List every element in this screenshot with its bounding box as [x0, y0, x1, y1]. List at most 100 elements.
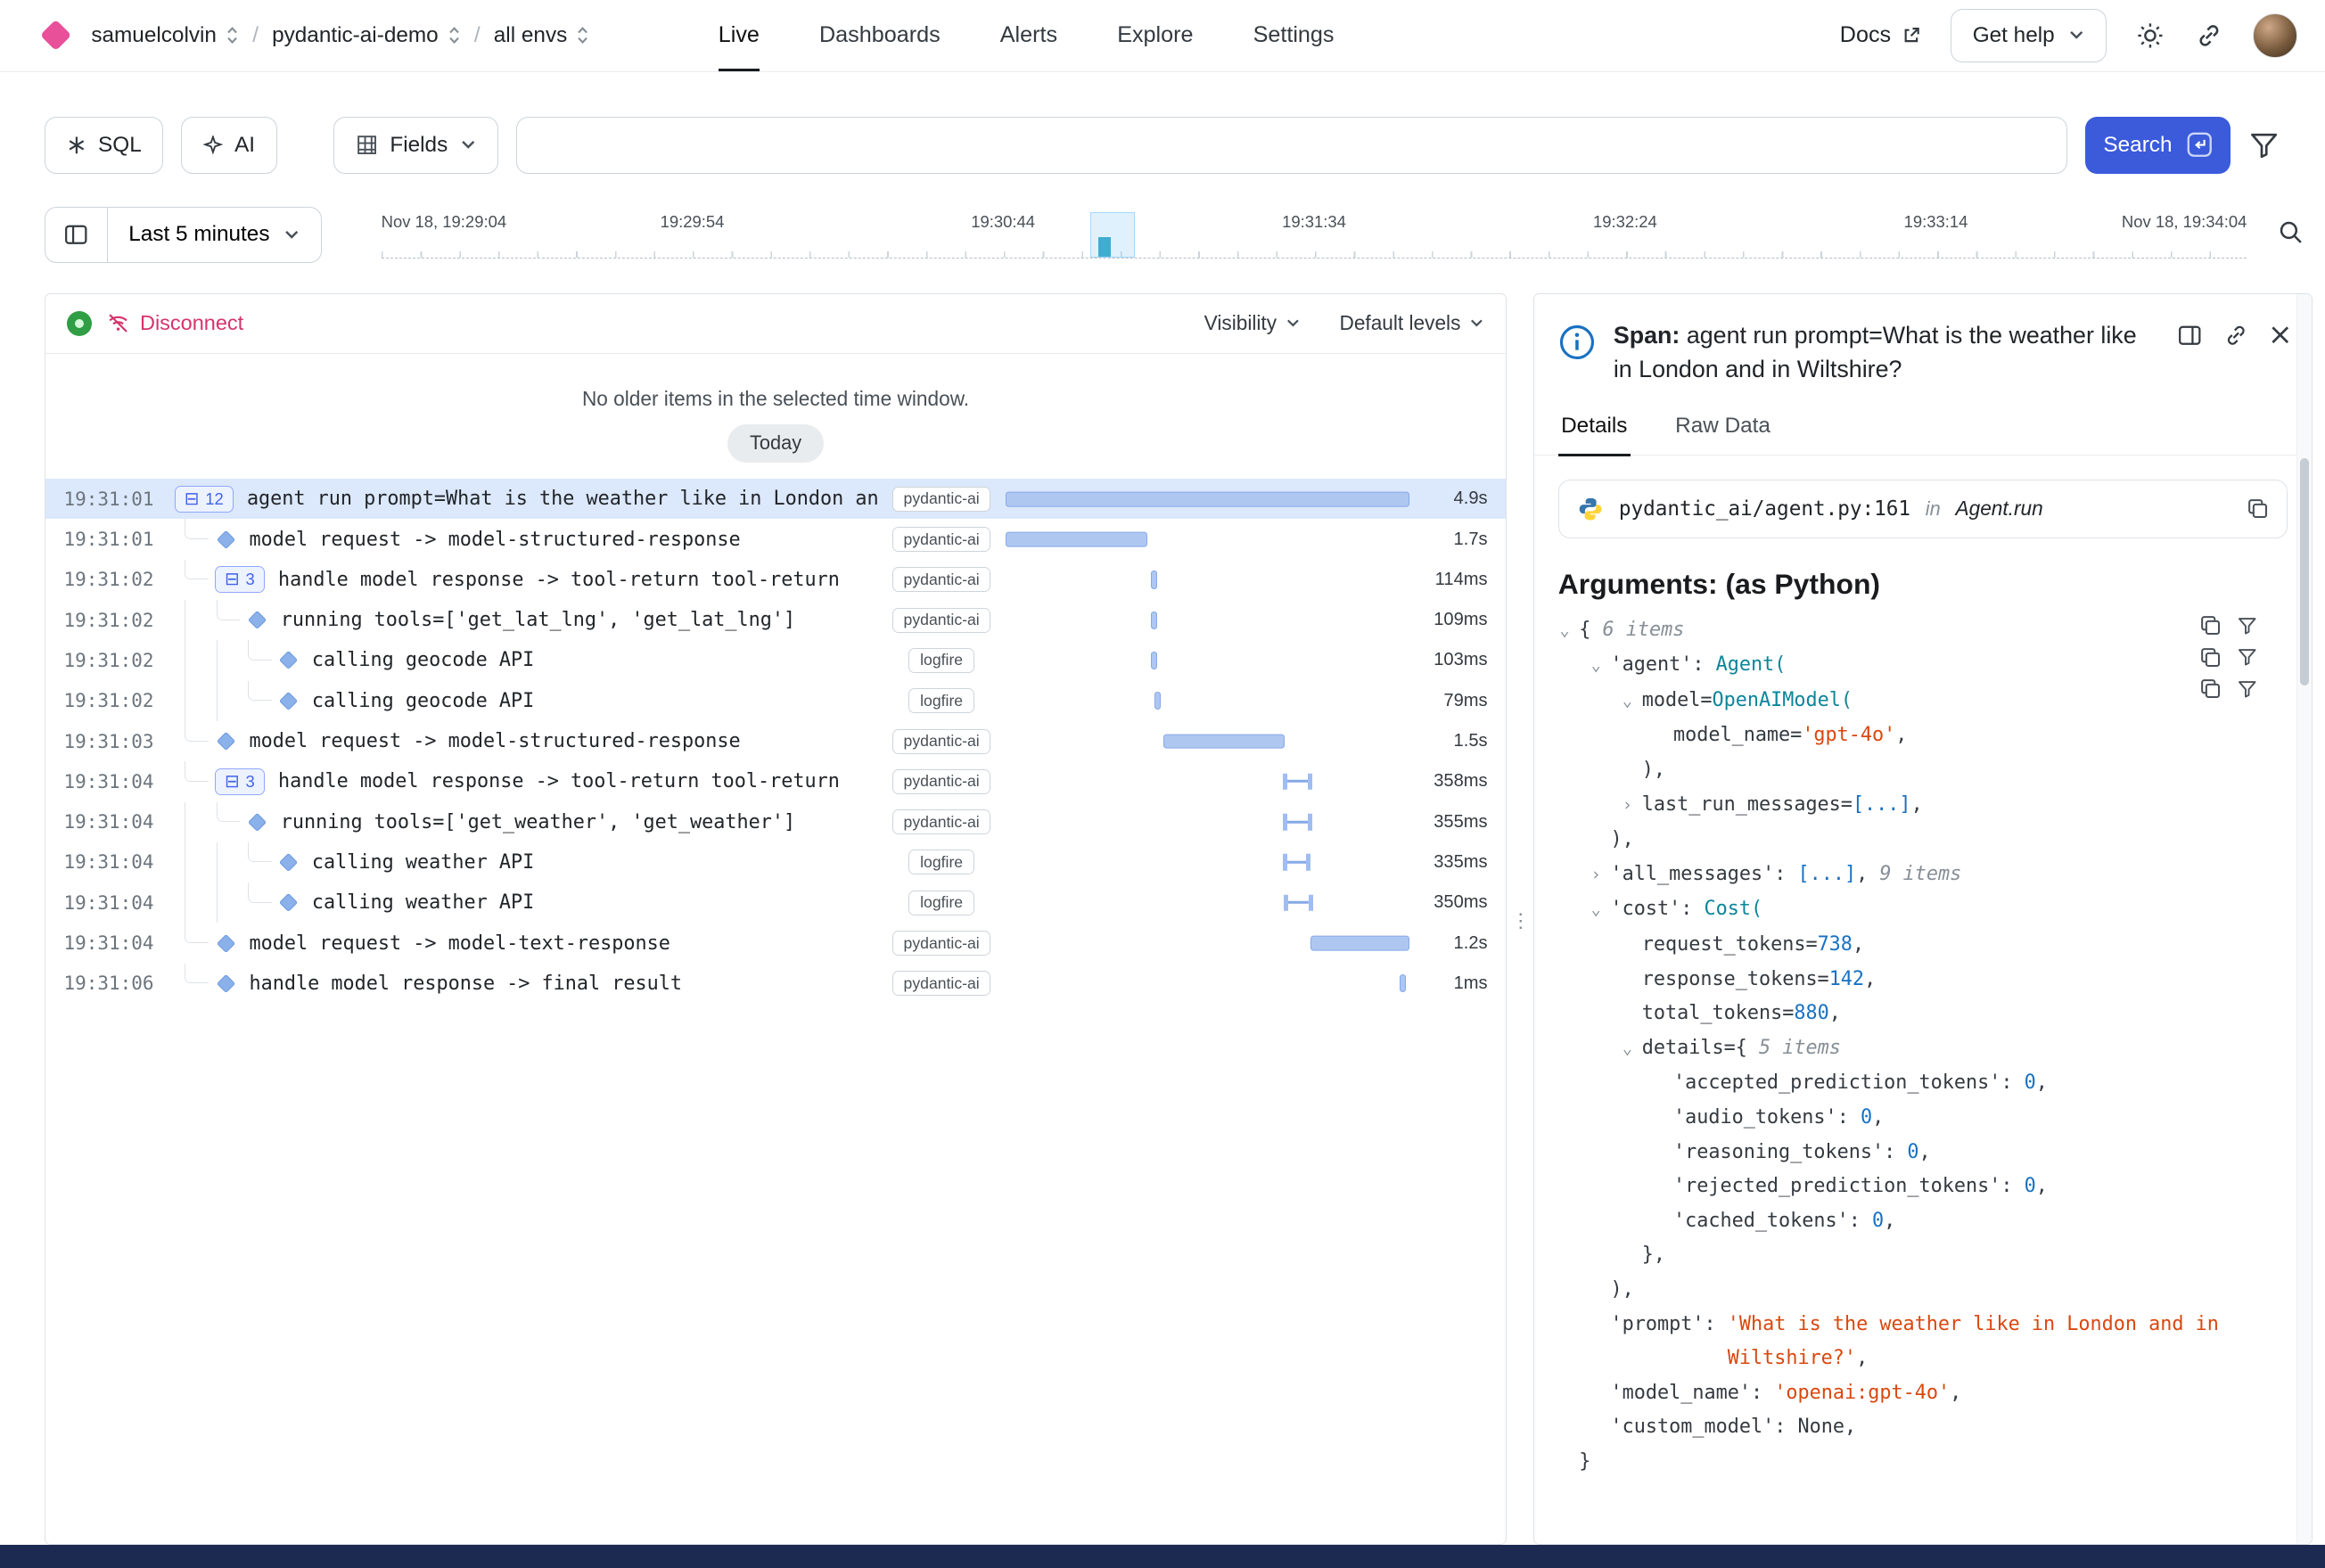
trace-row[interactable]: 19:31:04calling weather APIlogfire335ms [45, 842, 1505, 883]
collapse-arrow-icon[interactable]: ⌄ [1591, 893, 1611, 928]
tag-pill: logfire [908, 850, 974, 874]
span-timestamp: 19:31:03 [45, 731, 174, 752]
ai-label: AI [234, 133, 255, 158]
scrollbar-thumb[interactable] [2300, 458, 2309, 685]
search-input[interactable] [516, 117, 2067, 174]
default-levels-dropdown[interactable]: Default levels [1339, 311, 1484, 335]
code-token: : [1751, 1382, 1774, 1404]
span-diamond-icon [217, 933, 235, 952]
code-token: [...] [1853, 793, 1911, 816]
code-token: , [1864, 968, 1876, 990]
tree-elbow-line [185, 519, 209, 539]
logfire-logo-icon[interactable] [40, 20, 72, 52]
duration-bar-track [1006, 761, 1409, 801]
expand-arrow-icon[interactable]: › [1623, 789, 1642, 824]
span-timestamp: 19:31:04 [45, 932, 174, 954]
timeline-zoom-button[interactable] [2277, 218, 2304, 250]
breadcrumb: samuelcolvin / pydantic-ai-demo / all en… [91, 23, 589, 48]
detail-scrollbar[interactable] [2296, 294, 2312, 1544]
span-duration: 358ms [1409, 771, 1505, 792]
code-token: : [1774, 863, 1797, 885]
code-token: request_tokens= [1642, 933, 1818, 956]
ai-mode-button[interactable]: AI [181, 117, 276, 174]
dock-panel-button[interactable] [2177, 323, 2203, 349]
time-range-dropdown[interactable]: Last 5 minutes [108, 207, 322, 264]
sun-icon [2136, 21, 2165, 50]
tab-live[interactable]: Live [719, 0, 760, 71]
today-button[interactable]: Today [727, 424, 824, 463]
span-tree: ⊟3handle model response -> tool-return t… [175, 560, 877, 600]
copy-value-button[interactable] [2199, 646, 2222, 669]
tree-elbow-line [185, 560, 209, 580]
collapse-arrow-icon[interactable]: ⌄ [1559, 614, 1579, 649]
close-panel-button[interactable] [2270, 323, 2290, 349]
theme-toggle-button[interactable] [2136, 21, 2165, 50]
timeline-ruler[interactable]: Nov 18, 19:29:04 19:29:54 19:30:44 19:31… [382, 197, 2247, 272]
sidebar-toggle-button[interactable] [45, 207, 107, 264]
tag-pill: pydantic-ai [892, 608, 991, 633]
org-selector[interactable]: samuelcolvin [91, 23, 239, 48]
filter-value-button[interactable] [2237, 614, 2257, 636]
filter-value-button[interactable] [2237, 677, 2257, 700]
code-line: ), [1579, 1273, 2296, 1308]
copy-link-button[interactable] [2223, 323, 2249, 349]
copy-value-button[interactable] [2199, 614, 2222, 636]
copy-source-button[interactable] [2247, 497, 2269, 520]
tag-pill: pydantic-ai [892, 809, 991, 834]
code-token: : [1704, 1313, 1727, 1335]
docs-label: Docs [1840, 22, 1891, 48]
tab-explore[interactable]: Explore [1117, 0, 1193, 71]
grid-icon [356, 134, 378, 156]
main-tabs: Live Dashboards Alerts Explore Settings [719, 0, 1335, 71]
disconnect-button[interactable]: Disconnect [107, 311, 243, 335]
visibility-dropdown[interactable]: Visibility [1204, 311, 1301, 335]
collapse-badge[interactable]: ⊟12 [175, 486, 234, 513]
trace-row[interactable]: 19:31:02⊟3handle model response -> tool-… [45, 560, 1505, 600]
tab-settings[interactable]: Settings [1253, 0, 1335, 71]
share-link-button[interactable] [2195, 21, 2223, 50]
timeline-selection[interactable] [1090, 212, 1135, 257]
trace-row[interactable]: 19:31:06handle model response -> final r… [45, 964, 1505, 1004]
trace-row[interactable]: 19:31:01model request -> model-structure… [45, 519, 1505, 559]
trace-row[interactable]: 19:31:04⊟3handle model response -> tool-… [45, 761, 1505, 801]
get-help-button[interactable]: Get help [1951, 9, 2106, 62]
span-tree: handle model response -> final result [175, 964, 877, 1004]
code-token: 'openai:gpt-4o' [1774, 1382, 1950, 1404]
tree-elbow-line [185, 761, 209, 782]
span-tag-column: pydantic-ai [877, 567, 1006, 592]
filter-value-button[interactable] [2237, 646, 2257, 669]
tab-alerts[interactable]: Alerts [1000, 0, 1057, 71]
code-line: ⌄'cost': Cost( [1579, 892, 2296, 928]
trace-row[interactable]: 19:31:01⊟12agent run prompt=What is the … [45, 479, 1505, 519]
source-location[interactable]: pydantic_ai/agent.py:161 in Agent.run [1558, 480, 2288, 538]
collapse-badge[interactable]: ⊟3 [215, 768, 265, 795]
collapse-badge[interactable]: ⊟3 [215, 566, 265, 593]
tab-raw-data[interactable]: Raw Data [1672, 402, 1774, 456]
copy-value-button[interactable] [2199, 677, 2222, 700]
filter-button[interactable] [2248, 129, 2280, 160]
time-bar: Last 5 minutes Nov 18, 19:29:04 19:29:54… [0, 197, 2325, 272]
trace-row[interactable]: 19:31:02running tools=['get_lat_lng', 'g… [45, 600, 1505, 640]
trace-row[interactable]: 19:31:03model request -> model-structure… [45, 721, 1505, 761]
expand-arrow-icon[interactable]: › [1591, 858, 1611, 893]
trace-row[interactable]: 19:31:04calling weather APIlogfire350ms [45, 883, 1505, 923]
fields-dropdown[interactable]: Fields [333, 117, 497, 174]
collapse-arrow-icon[interactable]: ⌄ [1591, 649, 1611, 684]
trace-row[interactable]: 19:31:04model request -> model-text-resp… [45, 923, 1505, 963]
trace-row[interactable]: 19:31:02calling geocode APIlogfire79ms [45, 681, 1505, 721]
tab-details[interactable]: Details [1558, 402, 1631, 456]
environment-selector[interactable]: all envs [494, 23, 590, 48]
sql-mode-button[interactable]: SQL [45, 117, 163, 174]
duration-bar-track [1006, 842, 1409, 883]
docs-link[interactable]: Docs [1840, 22, 1921, 48]
collapse-arrow-icon[interactable]: ⌄ [1623, 1032, 1642, 1067]
project-selector[interactable]: pydantic-ai-demo [272, 23, 461, 48]
tab-dashboards[interactable]: Dashboards [819, 0, 941, 71]
trace-row[interactable]: 19:31:02calling geocode APIlogfire103ms [45, 640, 1505, 680]
code-line: 'audio_tokens': 0, [1579, 1101, 2296, 1136]
trace-row[interactable]: 19:31:04running tools=['get_weather', 'g… [45, 802, 1505, 842]
collapse-arrow-icon[interactable]: ⌄ [1623, 685, 1642, 719]
tree-guide-line [217, 842, 237, 883]
search-button[interactable]: Search [2085, 117, 2231, 174]
user-avatar[interactable] [2253, 13, 2297, 58]
